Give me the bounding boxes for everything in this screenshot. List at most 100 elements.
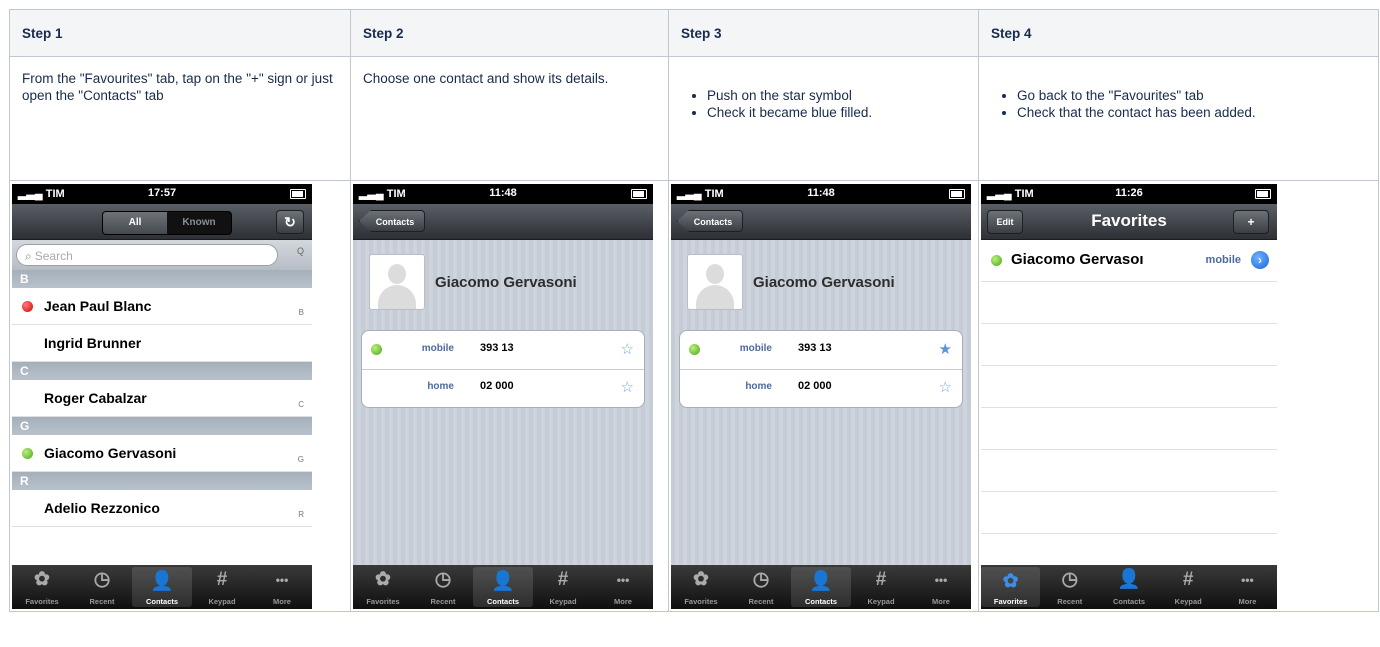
tab-more[interactable]: ••• More (1218, 565, 1277, 609)
phone-row-mobile[interactable]: mobile 393 13 ★ (680, 331, 962, 370)
step-4-screenshot: ▂▃▄ TIM 11:26 Edit Favorites + Giacomo G… (978, 180, 1379, 612)
gear-icon: ✿ (693, 569, 709, 590)
search-input[interactable]: ⌕ Search (16, 244, 278, 266)
tab-label: Recent (1057, 597, 1083, 606)
contact-name: Giacomo Gervasoni (753, 274, 895, 291)
tab-label: Favorites (366, 597, 400, 606)
tab-label: Contacts (486, 597, 520, 606)
phone-row-home[interactable]: home 02 000 ☆ (362, 369, 644, 407)
tab-contacts[interactable]: 👤 Contacts (132, 567, 192, 607)
favorite-row[interactable]: Giacomo Gervasoı mobile › (981, 240, 1277, 282)
refresh-button[interactable]: ↻ (276, 210, 304, 234)
hash-icon: # (557, 569, 569, 590)
detail-disclosure-icon[interactable]: › (1251, 251, 1269, 269)
tab-label: More (1238, 597, 1257, 606)
index-search-icon[interactable]: Q (297, 246, 304, 256)
contact-list: B Jean Paul Blanc B Ingrid Brunner C Roger Ca… (12, 270, 312, 527)
contact-row[interactable]: Giacomo Gervasoni G (12, 435, 312, 472)
tab-more[interactable]: ••• More (593, 565, 653, 609)
contact-row[interactable]: Ingrid Brunner (12, 325, 312, 362)
phone-screen-contact-detail: ▂▃▄ TIM 11:48 Contacts Giacomo Gervasoni… (353, 184, 653, 609)
avatar (687, 254, 743, 310)
phone-number: 393 13 (798, 342, 832, 354)
tab-recent[interactable]: ◷ Recent (731, 565, 791, 609)
detail-background: Giacomo Gervasoni mobile 393 13 ★ home 0… (671, 240, 971, 565)
search-bar: ⌕ Search Q (12, 240, 312, 270)
favorite-label: mobile (1205, 254, 1241, 266)
phone-screen-favorites: ▂▃▄ TIM 11:26 Edit Favorites + Giacomo G… (981, 184, 1277, 609)
step-4-bullet: Check that the contact has been added. (1017, 104, 1318, 121)
tab-more[interactable]: ••• More (911, 565, 971, 609)
phone-number: 393 13 (480, 342, 514, 354)
tab-favorites[interactable]: ✿ Favorites (671, 565, 731, 609)
clock-icon: ◷ (752, 569, 770, 590)
index-letter[interactable]: C (298, 400, 304, 409)
tab-favorites[interactable]: ✿ Favorites (12, 565, 72, 609)
search-placeholder: Search (34, 249, 73, 263)
tab-contacts[interactable]: 👤 Contacts (473, 567, 533, 607)
star-icon[interactable]: ☆ (621, 340, 634, 358)
tab-more[interactable]: ••• More (252, 565, 312, 609)
segment-all[interactable]: All (103, 212, 167, 234)
tab-label: Contacts (1112, 597, 1146, 606)
index-letter[interactable]: G (298, 455, 304, 464)
tab-label: More (273, 597, 291, 606)
tab-contacts[interactable]: 👤 Contacts (1099, 565, 1158, 609)
tab-keypad[interactable]: # Keypad (192, 565, 252, 609)
refresh-icon: ↻ (284, 214, 296, 230)
step-3-bullet: Push on the star symbol (707, 87, 978, 104)
tab-keypad[interactable]: # Keypad (851, 565, 911, 609)
tab-favorites[interactable]: ✿ Favorites (981, 567, 1041, 607)
ellipsis-icon: ••• (616, 573, 630, 587)
add-favorite-button[interactable]: + (1233, 210, 1269, 234)
index-letter[interactable]: B (299, 308, 304, 317)
nav-bar: Edit Favorites + (981, 204, 1277, 240)
contact-row[interactable]: Roger Cabalzar C (12, 380, 312, 417)
nav-bar: Contacts (671, 204, 971, 240)
ellipsis-icon: ••• (275, 573, 289, 587)
star-icon[interactable]: ☆ (621, 378, 634, 396)
empty-row (981, 366, 1277, 408)
back-button[interactable]: Contacts (359, 210, 425, 232)
step-4-bullet: Go back to the "Favourites" tab (1017, 87, 1318, 104)
tab-bar: ✿ Favorites ◷ Recent 👤 Contacts # Keypad ••• More (353, 565, 653, 609)
contact-row[interactable]: Jean Paul Blanc B (12, 288, 312, 325)
tab-label: More (614, 597, 632, 606)
online-status-icon (991, 255, 1002, 266)
contact-row[interactable]: Adelio Rezzonico R (12, 490, 312, 527)
star-filled-icon[interactable]: ★ (939, 340, 952, 358)
tab-recent[interactable]: ◷ Recent (413, 565, 473, 609)
step-2-text: Choose one contact and show its details. (363, 71, 609, 86)
gear-icon: ✿ (1002, 571, 1019, 592)
contact-name: Ingrid Brunner (44, 335, 142, 351)
phone-row-mobile[interactable]: mobile 393 13 ☆ (362, 331, 644, 370)
battery-icon (1255, 189, 1271, 199)
step-4-list: Go back to the "Favourites" tab Check th… (979, 87, 1378, 121)
star-icon[interactable]: ☆ (939, 378, 952, 396)
tab-contacts[interactable]: 👤 Contacts (791, 567, 851, 607)
empty-row (981, 450, 1277, 492)
avatar (369, 254, 425, 310)
tab-label: Keypad (208, 597, 236, 606)
tab-recent[interactable]: ◷ Recent (72, 565, 132, 609)
tab-keypad[interactable]: # Keypad (533, 565, 593, 609)
hash-icon: # (1182, 569, 1194, 590)
section-header-g: G (12, 417, 312, 435)
header-row: Step 1 Step 2 Step 3 Step 4 (9, 9, 1379, 57)
tab-keypad[interactable]: # Keypad (1159, 565, 1218, 609)
tab-recent[interactable]: ◷ Recent (1040, 565, 1099, 609)
phone-number: 02 000 (798, 380, 832, 392)
phone-label: mobile (421, 343, 454, 354)
gear-icon: ✿ (375, 569, 391, 590)
index-letter[interactable]: R (298, 510, 304, 519)
tab-label: Contacts (804, 597, 838, 606)
back-button[interactable]: Contacts (677, 210, 743, 232)
phone-row-home[interactable]: home 02 000 ☆ (680, 369, 962, 407)
detail-background: Giacomo Gervasoni mobile 393 13 ☆ home 0… (353, 240, 653, 565)
status-time: 11:48 (807, 187, 835, 199)
segment-known[interactable]: Known (167, 212, 231, 234)
tab-favorites[interactable]: ✿ Favorites (353, 565, 413, 609)
step-4-description: Go back to the "Favourites" tab Check th… (978, 56, 1379, 181)
person-icon: 👤 (1117, 569, 1141, 590)
status-time: 11:48 (489, 187, 517, 199)
